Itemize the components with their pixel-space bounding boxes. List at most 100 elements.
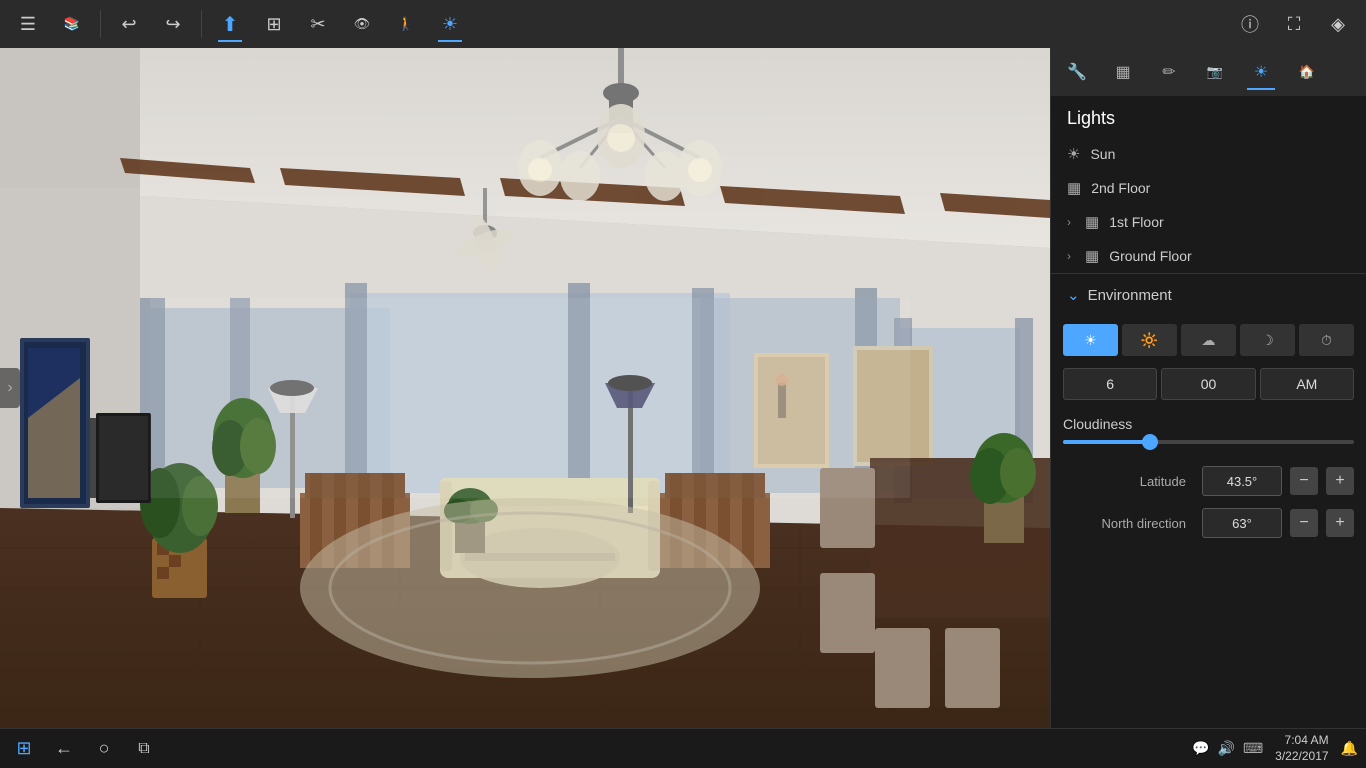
panel-tab-bar: 🔧 ▦ ✏ 📷 ☀ 🏠	[1051, 48, 1366, 96]
sun-light-icon: ☀	[1067, 145, 1080, 163]
keyboard-icon[interactable]: ⌨	[1243, 740, 1263, 757]
environment-time-tabs: ☀ 🔆 ☁ ☽ ⏱	[1051, 316, 1366, 364]
sun-toolbar-icon: ☀	[442, 14, 458, 35]
env-clock-icon: ⏱	[1321, 332, 1332, 349]
room-scene	[0, 48, 1050, 728]
light-item-1st-floor[interactable]: › ▦ 1st Floor	[1051, 205, 1366, 239]
ground-floor-light-icon: ▦	[1085, 247, 1099, 265]
task-view-icon: ⧉	[138, 740, 149, 758]
tab-home[interactable]: 🏠	[1285, 52, 1329, 92]
task-view-button[interactable]: ⧉	[128, 733, 160, 765]
environment-header[interactable]: ⌄ Environment	[1051, 274, 1366, 316]
env-tab-moon[interactable]: ☽	[1240, 324, 1295, 356]
env-tab-clock[interactable]: ⏱	[1299, 324, 1354, 356]
north-direction-label: North direction	[1063, 516, 1186, 531]
back-button[interactable]: ←	[48, 733, 80, 765]
1st-floor-light-label: 1st Floor	[1109, 214, 1350, 230]
chat-icon[interactable]: 💬	[1192, 740, 1209, 757]
environment-title: Environment	[1088, 287, 1172, 304]
back-icon: ←	[55, 738, 73, 759]
2nd-floor-light-icon: ▦	[1067, 179, 1081, 197]
cloudiness-slider[interactable]	[1063, 440, 1354, 444]
clock-time: 7:04 AM	[1275, 733, 1328, 749]
grid-icon: ⊞	[266, 14, 281, 35]
library-button[interactable]: 📚	[52, 4, 92, 44]
north-direction-input[interactable]: 63°	[1202, 508, 1282, 538]
eye-button[interactable]: 👁	[342, 4, 382, 44]
sun-light-label: Sun	[1090, 146, 1350, 162]
env-tab-clear[interactable]: ☀	[1063, 324, 1118, 356]
ground-floor-chevron-icon: ›	[1067, 249, 1071, 263]
redo-button[interactable]: ↪	[153, 4, 193, 44]
latitude-label: Latitude	[1063, 474, 1186, 489]
cloudiness-slider-fill	[1063, 440, 1150, 444]
cortana-button[interactable]: ○	[88, 733, 120, 765]
tab-tools[interactable]: 🔧	[1055, 52, 1099, 92]
volume-icon[interactable]: 🔊	[1218, 740, 1235, 757]
cursor-icon: ⬆	[222, 12, 239, 37]
env-sunny-icon: 🔆	[1141, 332, 1158, 349]
north-direction-increase-button[interactable]: +	[1326, 509, 1354, 537]
env-tab-cloudy[interactable]: ☁	[1181, 324, 1236, 356]
ground-floor-light-label: Ground Floor	[1109, 248, 1350, 264]
scissors-button[interactable]: ✂	[298, 4, 338, 44]
camera-tab-icon: 📷	[1207, 64, 1223, 80]
1st-floor-chevron-icon: ›	[1067, 215, 1071, 229]
main-content: › 🔧 ▦ ✏ 📷 ☀ 🏠	[0, 48, 1366, 728]
info-icon: ⓘ	[1241, 11, 1259, 37]
info-button[interactable]: ⓘ	[1230, 4, 1270, 44]
viewport[interactable]: ›	[0, 48, 1050, 728]
latitude-increase-button[interactable]: +	[1326, 467, 1354, 495]
tab-floor[interactable]: ▦	[1101, 52, 1145, 92]
windows-start-button[interactable]: ⊞	[8, 733, 40, 765]
lights-section-title: Lights	[1051, 96, 1366, 137]
cube-button[interactable]: ◈	[1318, 4, 1358, 44]
undo-button[interactable]: ↩	[109, 4, 149, 44]
latitude-input[interactable]: 43.5°	[1202, 466, 1282, 496]
walk-button[interactable]: 🚶	[386, 4, 426, 44]
expand-icon: ⛶	[1288, 14, 1301, 35]
north-direction-row: North direction 63° − +	[1051, 502, 1366, 544]
lights-toolbar-button[interactable]: ☀	[430, 4, 470, 44]
system-tray: 💬 🔊 ⌨	[1192, 740, 1263, 757]
time-inputs: 6 00 AM	[1051, 364, 1366, 408]
floor-tab-icon: ▦	[1115, 62, 1130, 82]
time-ampm-input[interactable]: AM	[1260, 368, 1354, 400]
light-item-ground-floor[interactable]: › ▦ Ground Floor	[1051, 239, 1366, 273]
home-tab-icon: 🏠	[1299, 64, 1315, 80]
tab-lights[interactable]: ☀	[1239, 52, 1283, 92]
undo-icon: ↩	[121, 14, 136, 35]
env-tab-sunny[interactable]: 🔆	[1122, 324, 1177, 356]
right-panel: 🔧 ▦ ✏ 📷 ☀ 🏠 Lights ☀	[1050, 48, 1366, 728]
clock-date: 3/22/2017	[1275, 749, 1328, 765]
tools-tab-icon: 🔧	[1067, 62, 1087, 82]
cloudiness-section: Cloudiness	[1051, 408, 1366, 460]
tab-camera[interactable]: 📷	[1193, 52, 1237, 92]
cloudiness-slider-thumb[interactable]	[1142, 434, 1158, 450]
system-clock[interactable]: 7:04 AM 3/22/2017	[1275, 733, 1328, 764]
time-hour-input[interactable]: 6	[1063, 368, 1157, 400]
expand-button[interactable]: ⛶	[1274, 4, 1314, 44]
panel-content: Lights ☀ Sun ▦ 2nd Floor › ▦ 1st Floor ›…	[1051, 96, 1366, 728]
left-arrow-icon: ›	[7, 379, 12, 397]
menu-button[interactable]: ☰	[8, 4, 48, 44]
env-clear-icon: ☀	[1084, 332, 1097, 349]
lights-tab-icon: ☀	[1254, 62, 1268, 82]
taskbar-right: 💬 🔊 ⌨ 7:04 AM 3/22/2017 🔔	[1192, 733, 1358, 764]
library-icon: 📚	[64, 16, 80, 32]
time-minutes-input[interactable]: 00	[1161, 368, 1255, 400]
grid-button[interactable]: ⊞	[254, 4, 294, 44]
taskbar: ⊞ ← ○ ⧉ 💬 🔊 ⌨ 7:04 AM 3/22/2017 🔔	[0, 728, 1366, 768]
redo-icon: ↪	[165, 14, 180, 35]
latitude-decrease-button[interactable]: −	[1290, 467, 1318, 495]
notification-icon[interactable]: 🔔	[1341, 740, 1358, 757]
select-button[interactable]: ⬆	[210, 4, 250, 44]
scissors-icon: ✂	[310, 14, 325, 35]
windows-icon: ⊞	[16, 738, 31, 759]
collapse-left-button[interactable]: ›	[0, 368, 20, 408]
north-direction-decrease-button[interactable]: −	[1290, 509, 1318, 537]
tab-edit[interactable]: ✏	[1147, 52, 1191, 92]
walk-icon: 🚶	[398, 16, 414, 32]
light-item-2nd-floor[interactable]: ▦ 2nd Floor	[1051, 171, 1366, 205]
light-item-sun[interactable]: ☀ Sun	[1051, 137, 1366, 171]
